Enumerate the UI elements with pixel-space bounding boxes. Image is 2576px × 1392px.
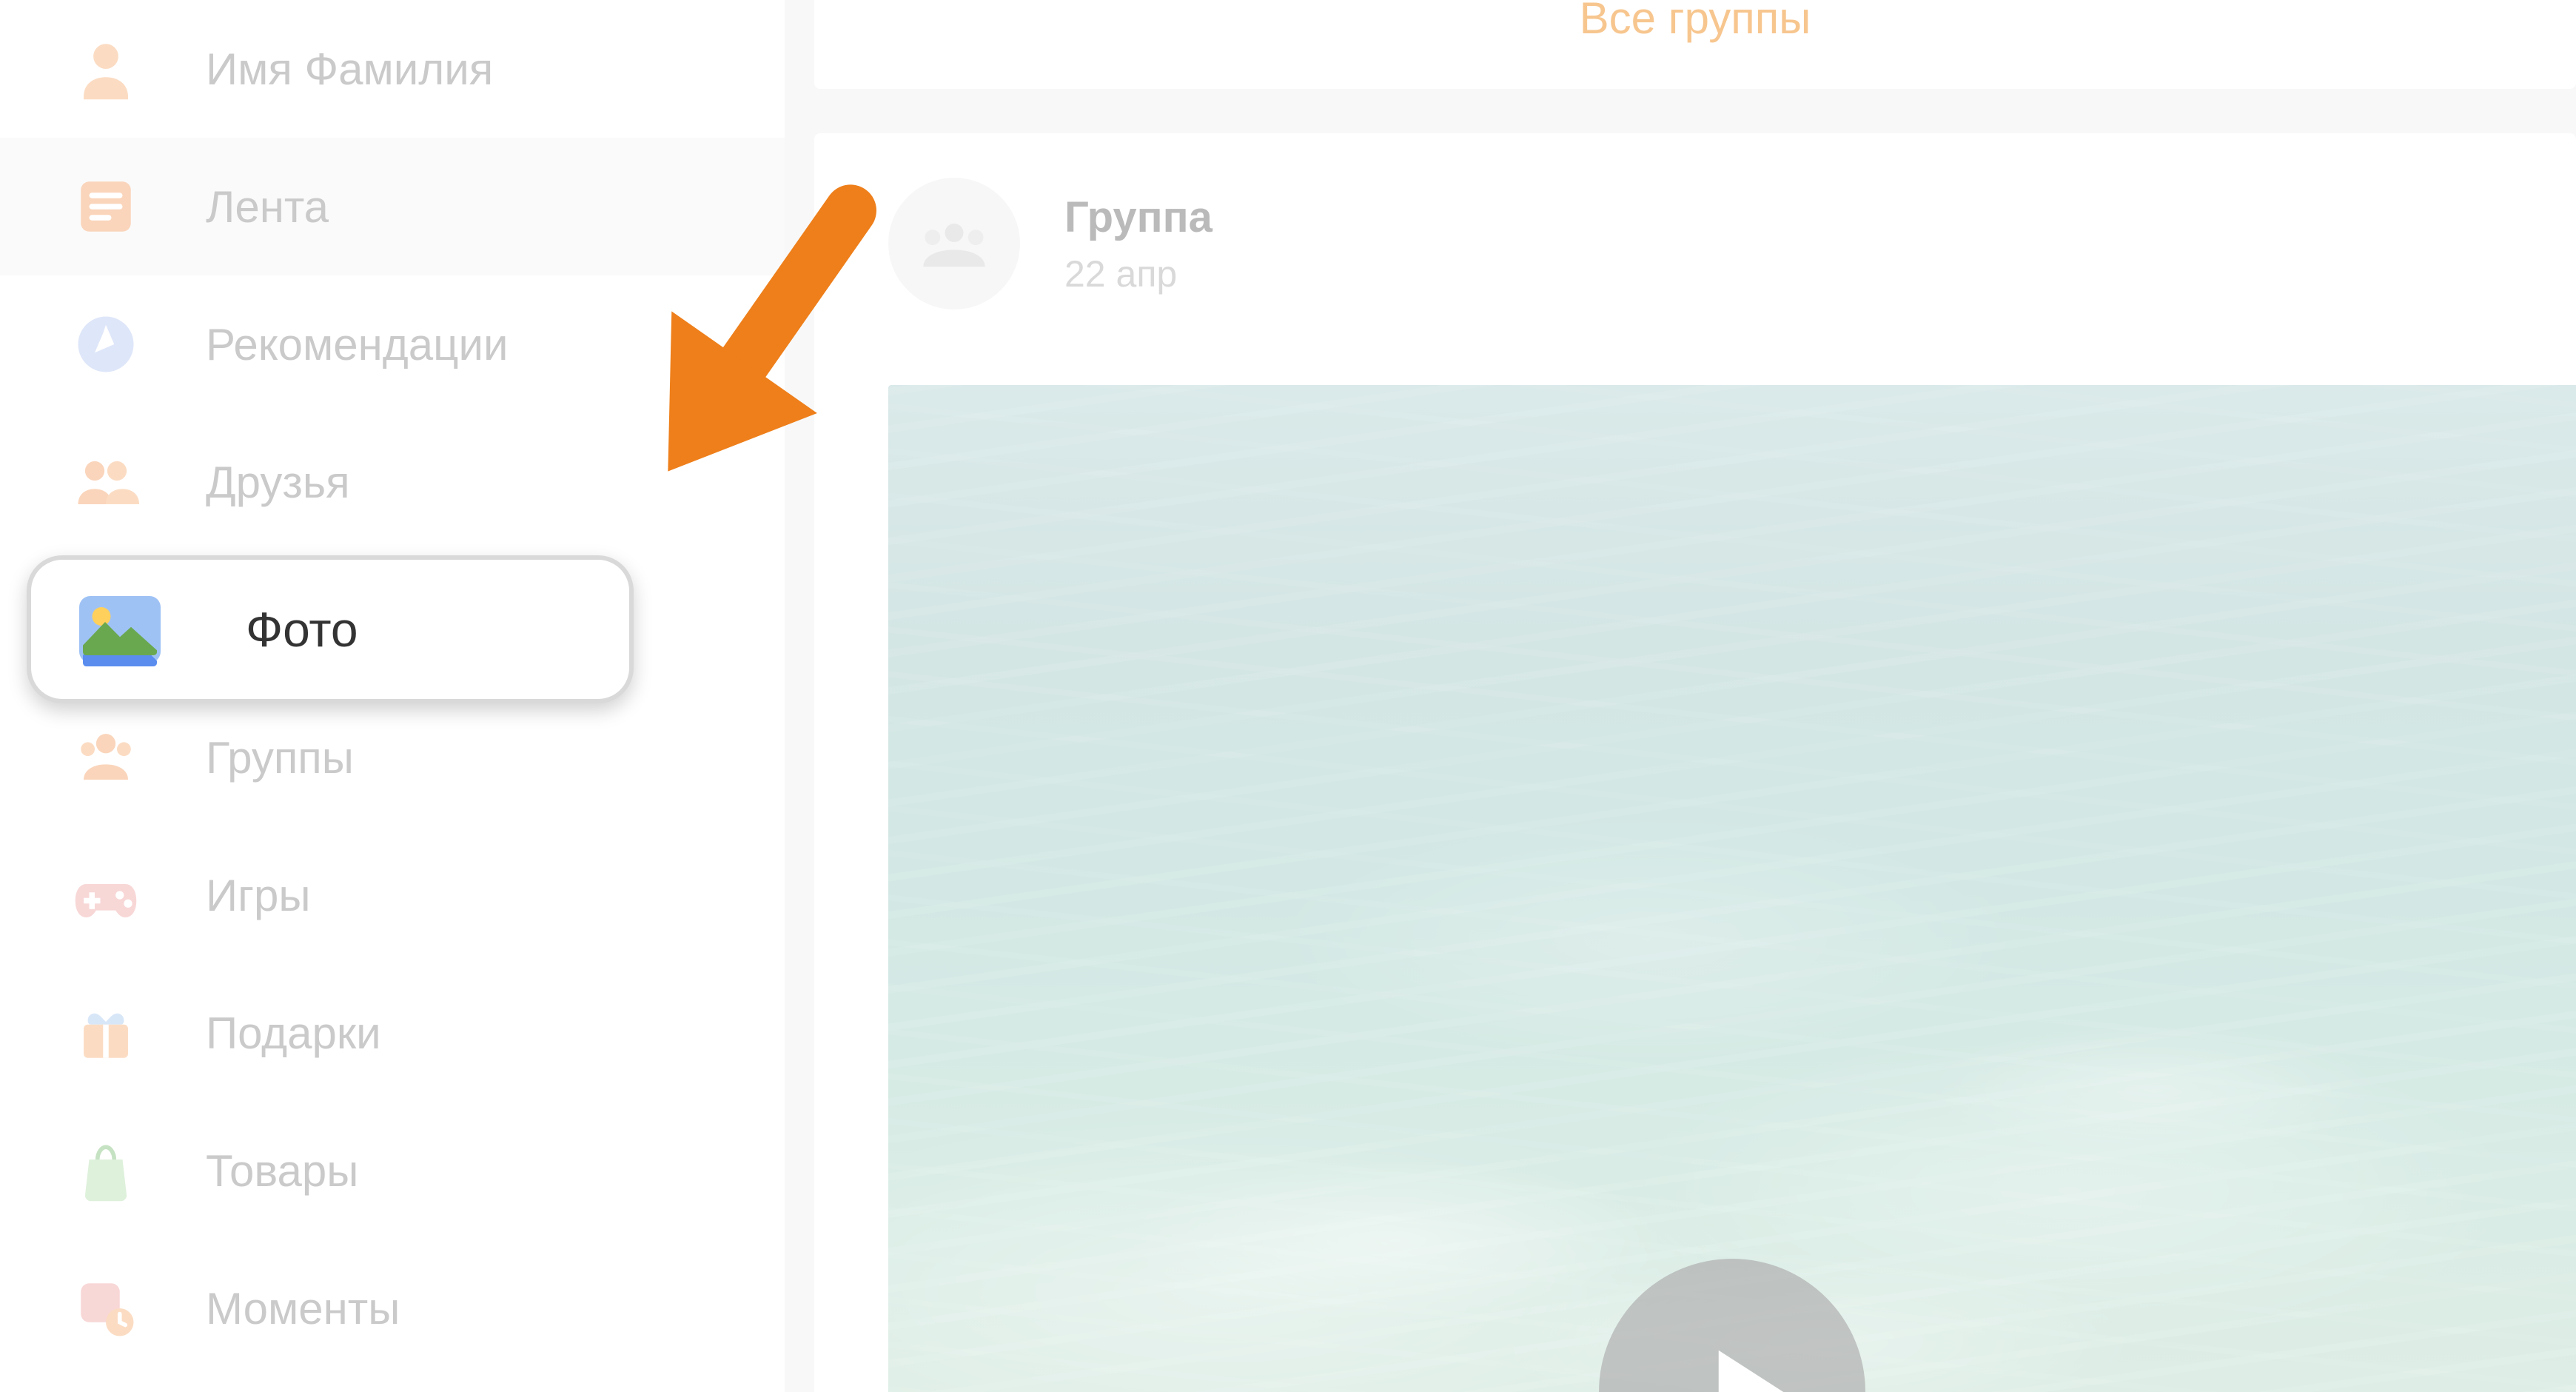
group-avatar[interactable] bbox=[888, 178, 1020, 309]
sidebar-item-label: Фото bbox=[246, 601, 358, 657]
sidebar-item-label: Рекомендации bbox=[206, 319, 509, 370]
all-groups-link[interactable]: Все группы bbox=[1580, 0, 1811, 44]
sidebar-item-profile[interactable]: Имя Фамилия bbox=[0, 0, 785, 138]
sidebar-item-label: Товары bbox=[206, 1145, 358, 1197]
sidebar-item-label: Друзья bbox=[206, 457, 350, 508]
post-meta: Группа 22 апр bbox=[1064, 193, 1212, 295]
sidebar-item-feed[interactable]: Лента bbox=[0, 138, 785, 275]
sidebar-item-label: Группы bbox=[206, 732, 354, 783]
sidebar-item-label: Имя Фамилия bbox=[206, 44, 493, 95]
gamepad-icon bbox=[73, 862, 139, 928]
sidebar-item-gifts[interactable]: Подарки bbox=[0, 964, 785, 1102]
sidebar-item-friends[interactable]: Друзья bbox=[0, 413, 785, 551]
group-people-icon bbox=[917, 218, 991, 270]
post-header: Группа 22 апр bbox=[814, 133, 2576, 309]
play-icon bbox=[1686, 1336, 1797, 1392]
sea-water-image bbox=[888, 385, 2576, 1392]
sidebar-item-games[interactable]: Игры bbox=[0, 826, 785, 964]
sidebar-item-market[interactable]: Товары bbox=[0, 1102, 785, 1239]
post-date: 22 апр bbox=[1064, 252, 1212, 295]
person-icon bbox=[73, 36, 139, 102]
sidebar-item-recommendations[interactable]: Рекомендации bbox=[0, 275, 785, 413]
sidebar-item-label: Игры bbox=[206, 870, 311, 921]
sidebar-item-label: Подарки bbox=[206, 1008, 381, 1059]
sidebar-item-photo[interactable]: Фото bbox=[27, 555, 634, 703]
post-media[interactable] bbox=[888, 385, 2576, 1392]
sidebar-item-label: Моменты bbox=[206, 1283, 400, 1334]
compass-icon bbox=[73, 311, 139, 378]
sidebar-item-moments[interactable]: Моменты bbox=[0, 1239, 785, 1377]
feed-icon bbox=[73, 173, 139, 240]
friends-icon bbox=[73, 449, 139, 515]
gift-icon bbox=[73, 1000, 139, 1066]
group-people-icon bbox=[73, 724, 139, 791]
shopping-bag-icon bbox=[73, 1137, 139, 1204]
post-card: Группа 22 апр bbox=[814, 133, 2576, 1392]
feed-area: Все группы Группа 22 апр bbox=[814, 0, 2576, 1392]
moments-icon bbox=[73, 1275, 139, 1342]
sidebar-item-groups[interactable]: Группы bbox=[0, 689, 785, 826]
post-author[interactable]: Группа bbox=[1064, 193, 1212, 242]
all-groups-banner: Все группы bbox=[814, 0, 2576, 89]
photo-icon bbox=[76, 592, 164, 666]
sidebar-item-label: Лента bbox=[206, 181, 329, 232]
